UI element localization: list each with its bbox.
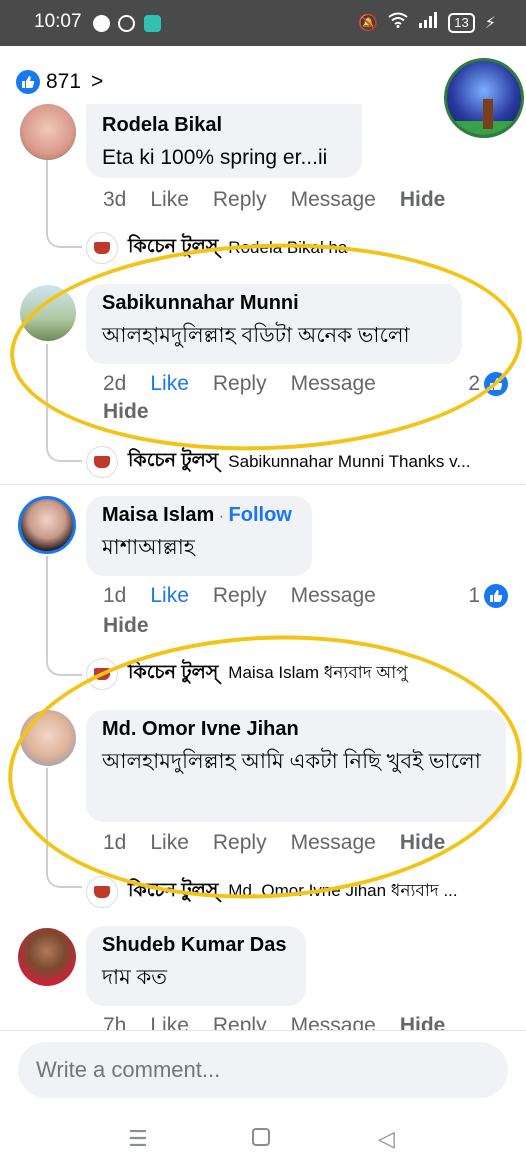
like-button[interactable]: Like [150, 188, 189, 212]
thread-elbow [46, 226, 82, 248]
comment-time: 3d [103, 188, 127, 211]
comment-bubble: Shudeb Kumar Das দাম কত [86, 926, 306, 1006]
status-bar: 10:07 🔕 13 ⚡ [0, 0, 526, 46]
comment-composer [0, 1030, 526, 1110]
reply-button[interactable]: Reply [213, 188, 267, 212]
comment-actions: 1d Like Reply Message [103, 584, 400, 608]
section-divider [0, 484, 526, 485]
comment-bubble: Maisa Islam · Follow মাশাআল্লাহ [86, 496, 312, 576]
comment-actions: 3d Like Reply Message Hide [103, 188, 469, 212]
like-button[interactable]: Like [150, 584, 189, 608]
page-reply-avatar [86, 876, 118, 908]
messenger-icon [118, 15, 135, 32]
thread-elbow [46, 440, 82, 462]
wifi-icon [388, 12, 408, 33]
home-icon[interactable] [252, 1128, 270, 1146]
reaction-number: 1 [468, 584, 480, 607]
follow-button[interactable]: Follow [229, 504, 292, 526]
highlight-circle [6, 235, 526, 459]
page-reply-preview[interactable]: কিচেন টুলস্ Sabikunnahar Munni Thanks v.… [86, 446, 471, 478]
like-reaction-icon [16, 70, 40, 94]
comment-bubble: Rodela Bikal Eta ki 100% spring er...ii [86, 104, 362, 178]
thread-line [46, 556, 48, 656]
chevron-right-icon: > [91, 70, 104, 93]
recent-apps-icon[interactable]: ☰ [128, 1126, 148, 1152]
message-button[interactable]: Message [291, 584, 376, 608]
comment-text: দাম কত [102, 966, 168, 989]
reaction-summary[interactable]: 871 > [16, 66, 103, 98]
hide-button[interactable]: Hide [103, 614, 149, 638]
app-notification-icon [144, 15, 161, 32]
separator-dot: · [218, 508, 225, 525]
comment-text: মাশাআল্লাহ [102, 536, 195, 559]
like-reaction-icon [484, 584, 508, 608]
avatar-tree [483, 99, 493, 129]
comment-input[interactable] [18, 1042, 508, 1098]
status-time: 10:07 [34, 11, 82, 32]
reply-button[interactable]: Reply [213, 584, 267, 608]
battery-indicator: 13 [448, 12, 475, 33]
page-avatar[interactable] [444, 58, 524, 138]
charging-icon: ⚡ [484, 14, 496, 32]
commenter-name[interactable]: Shudeb Kumar Das [102, 934, 290, 957]
back-icon[interactable]: ◁ [378, 1126, 395, 1152]
thread-line [46, 160, 48, 230]
chat-bubble-icon [93, 15, 110, 32]
avatar[interactable] [20, 104, 76, 160]
page-reply-name: কিচেন টুলস্ [128, 450, 219, 471]
comment-actions-overflow: Hide [103, 614, 173, 638]
signal-icon [418, 12, 438, 33]
avatar[interactable] [18, 928, 76, 986]
message-button[interactable]: Message [291, 188, 376, 212]
thread-elbow [46, 866, 82, 888]
system-nav-bar: ☰ ◁ [0, 1110, 526, 1169]
page-reply-avatar [86, 232, 118, 264]
comment-time: 1d [103, 584, 127, 607]
thread-elbow [46, 654, 82, 676]
page-reply-avatar [86, 446, 118, 478]
comment-text: Eta ki 100% spring er...ii [102, 146, 328, 169]
commenter-name[interactable]: Rodela Bikal [102, 114, 346, 137]
hide-button[interactable]: Hide [400, 188, 446, 212]
reaction-count: 871 [46, 70, 82, 93]
comment-reaction-count[interactable]: 1 [468, 584, 508, 608]
commenter-name[interactable]: Maisa Islam [102, 504, 214, 526]
status-right: 🔕 13 ⚡ [358, 12, 496, 33]
avatar[interactable] [18, 496, 76, 554]
page-reply-snippet: Sabikunnahar Munni Thanks v... [228, 452, 471, 471]
mute-icon: 🔕 [358, 14, 379, 32]
